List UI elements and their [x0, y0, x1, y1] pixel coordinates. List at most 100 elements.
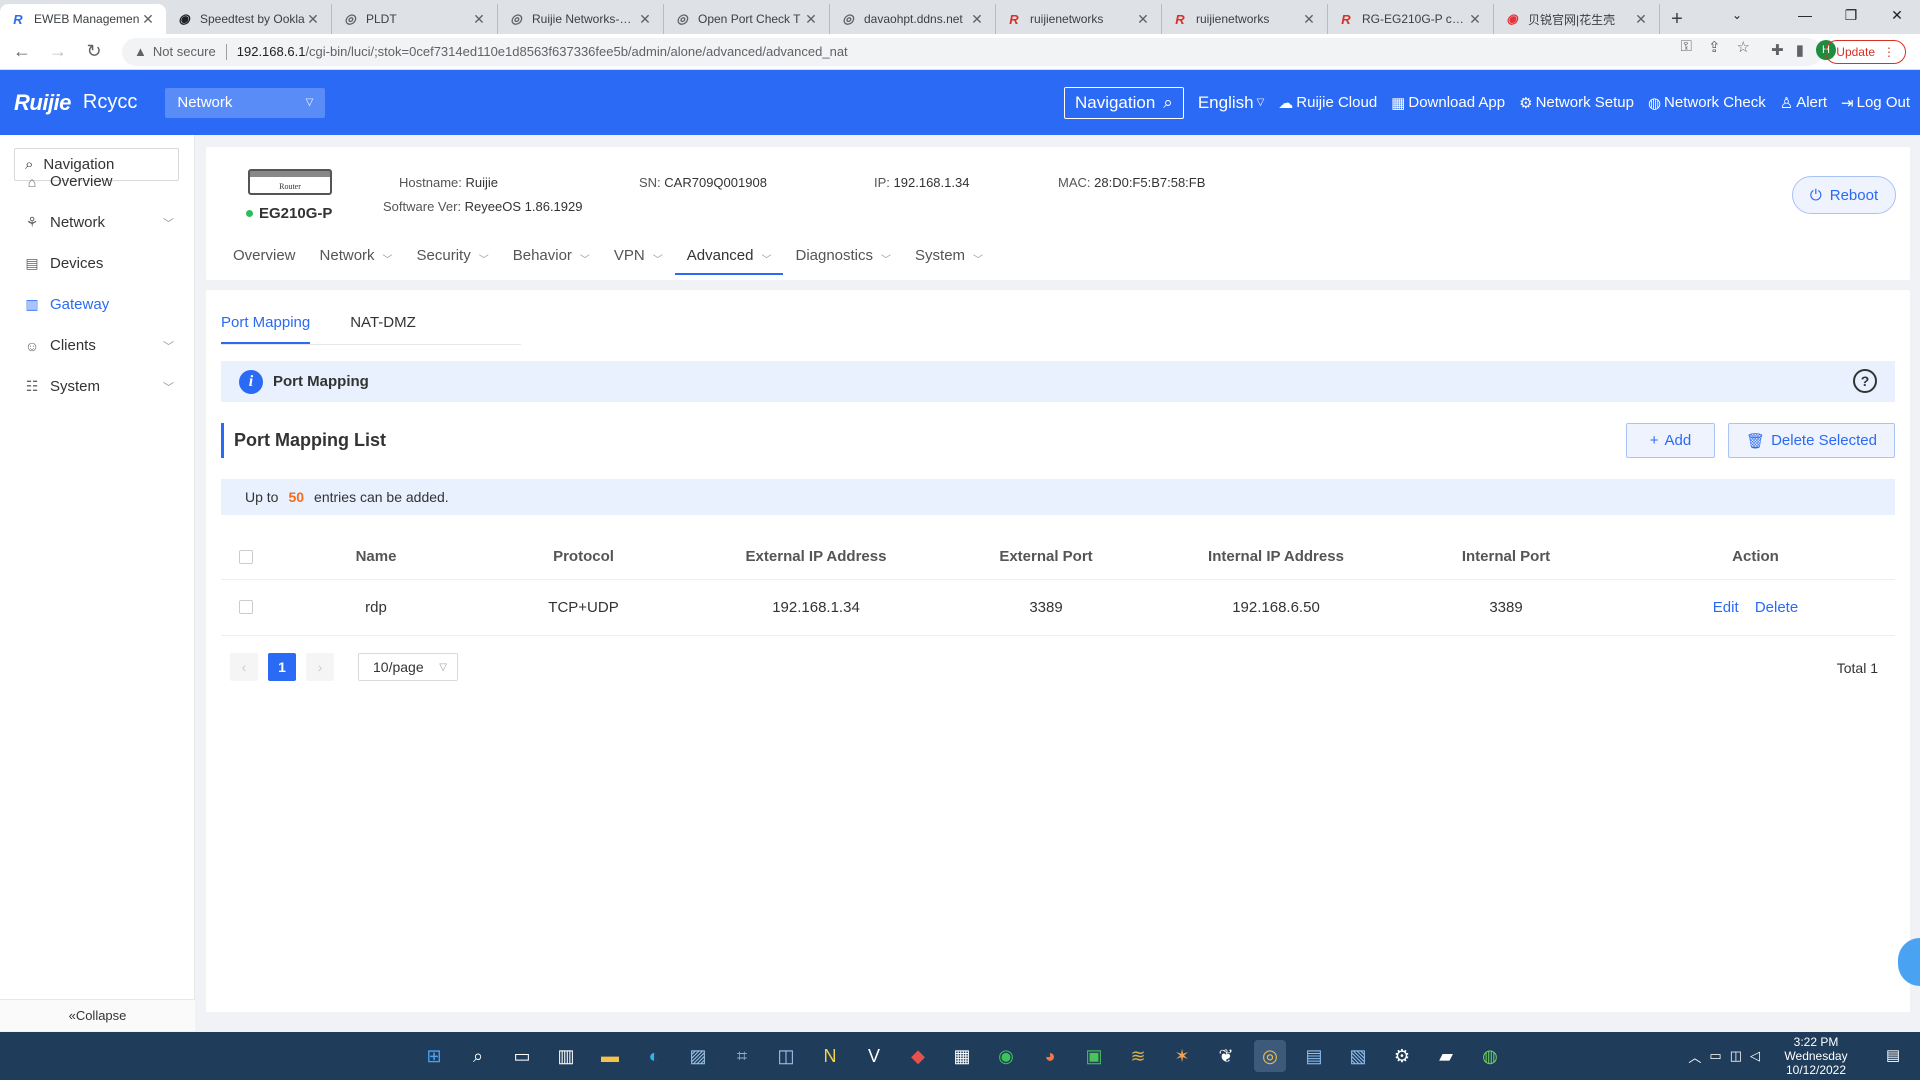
tab-overview[interactable]: Overview [233, 247, 296, 275]
browser-tab[interactable]: ◎ Ruijie Networks-EW ✕ [498, 4, 664, 34]
update-button[interactable]: Update ⋮ [1825, 40, 1906, 64]
notepad-icon[interactable]: ▤ [1298, 1040, 1330, 1072]
network-setup-link[interactable]: ⚙ Network Setup [1519, 94, 1634, 112]
bird-icon[interactable]: ❦ [1210, 1040, 1242, 1072]
close-tab-icon[interactable]: ✕ [1633, 11, 1649, 28]
network-select[interactable]: Network ▽ [165, 87, 326, 118]
back-icon[interactable]: ← [8, 38, 36, 66]
anydesk-icon[interactable]: ◆ [902, 1040, 934, 1072]
browser-tab[interactable]: ◉ Speedtest by Ookla ✕ [166, 4, 332, 34]
alert-link[interactable]: ♙ Alert [1780, 94, 1827, 112]
tab-security[interactable]: Security ﹀ [417, 247, 489, 275]
browser-tab[interactable]: ◎ Open Port Check T ✕ [664, 4, 830, 34]
terminal-icon[interactable]: ▰ [1430, 1040, 1462, 1072]
close-tab-icon[interactable]: ✕ [1135, 11, 1151, 28]
network-tool-icon[interactable]: ⌗ [726, 1040, 758, 1072]
share-icon[interactable]: ⇪ [1708, 38, 1721, 56]
tab-search-icon[interactable]: ⌄ [1714, 0, 1760, 30]
language-select[interactable]: English ▽ [1198, 93, 1264, 113]
tab-vpn[interactable]: VPN ﹀ [614, 247, 663, 275]
start-icon[interactable]: ⊞ [418, 1040, 450, 1072]
collapse-button[interactable]: « Collapse [0, 999, 195, 1031]
close-tab-icon[interactable]: ✕ [637, 11, 653, 28]
delete-selected-button[interactable]: 🗑 Delete Selected [1728, 423, 1895, 458]
next-page-button[interactable]: › [306, 653, 334, 681]
sidebar-item-overview[interactable]: ⌂ Overview [24, 173, 174, 190]
globe-icon[interactable]: ◍ [1474, 1040, 1506, 1072]
page-size-select[interactable]: 10/page ▽ [358, 653, 458, 681]
reboot-button[interactable]: ⏻ Reboot [1792, 176, 1896, 214]
browser-tab[interactable]: Rruijienetworks ✕ [996, 4, 1162, 34]
browser-tab[interactable]: ◉ 贝锐官网|花生壳 ✕ [1494, 4, 1660, 34]
page-number-button[interactable]: 1 [268, 653, 296, 681]
remote-desktop-icon[interactable]: ◫ [770, 1040, 802, 1072]
delete-link[interactable]: Delete [1755, 599, 1798, 616]
close-tab-icon[interactable]: ✕ [969, 11, 985, 28]
calculator-icon[interactable]: ▦ [946, 1040, 978, 1072]
reload-icon[interactable]: ↻ [80, 38, 108, 66]
battery-icon[interactable]: ▭ [1709, 1048, 1721, 1064]
sidebar-item-gateway[interactable]: ▥ Gateway [24, 296, 174, 313]
sidebar-item-clients[interactable]: ☺ Clients ﹀ [24, 337, 174, 354]
clock[interactable]: 3:22 PM Wednesday 10/12/2022 [1776, 1035, 1856, 1077]
edge-icon[interactable]: ◐ [638, 1040, 670, 1072]
restore-icon[interactable]: ❐ [1828, 0, 1874, 30]
select-all-checkbox[interactable] [239, 549, 253, 564]
add-button[interactable]: + Add [1626, 423, 1715, 458]
file-explorer-icon[interactable]: ▬ [594, 1040, 626, 1072]
tab-nat-dmz[interactable]: NAT-DMZ [350, 314, 416, 344]
sidebar-item-network[interactable]: ⚘ Network ﹀ [24, 214, 174, 231]
navigation-button[interactable]: Navigation ⌕ [1063, 86, 1184, 119]
close-tab-icon[interactable]: ✕ [471, 11, 487, 28]
sidebar-item-devices[interactable]: ▤ Devices [24, 255, 174, 272]
extensions-puzzle-icon[interactable]: ✚ [1771, 41, 1784, 59]
chevron-up-icon[interactable]: ︿ [1688, 1047, 1701, 1066]
tab-network[interactable]: Network ﹀ [320, 247, 393, 275]
chrome-icon[interactable]: ◎ [1254, 1040, 1286, 1072]
sidepanel-icon[interactable]: ▮ [1796, 41, 1804, 59]
download-app-link[interactable]: ▦ Download App [1391, 94, 1505, 112]
monitor-icon[interactable]: ▣ [1078, 1040, 1110, 1072]
forward-icon[interactable]: → [44, 38, 72, 66]
tab-port-mapping[interactable]: Port Mapping [221, 314, 311, 344]
tab-system[interactable]: System ﹀ [915, 247, 983, 275]
firefox-icon[interactable]: ◕ [1034, 1040, 1066, 1072]
close-tab-icon[interactable]: ✕ [140, 11, 156, 28]
close-window-icon[interactable]: ✕ [1874, 0, 1920, 30]
tab-diagnostics[interactable]: Diagnostics ﹀ [795, 247, 891, 275]
winamp-icon[interactable]: ≋ [1122, 1040, 1154, 1072]
address-bar[interactable]: ▲ Not secure 192.168.6.1/cgi-bin/luci/;s… [122, 37, 1822, 66]
help-icon[interactable]: ? [1853, 369, 1877, 393]
browser-tab[interactable]: R RG-EG210G-P cant ✕ [1328, 4, 1494, 34]
close-tab-icon[interactable]: ✕ [305, 11, 321, 28]
prev-page-button[interactable]: ‹ [230, 653, 258, 681]
desktop-icon[interactable]: ▭ [506, 1040, 538, 1072]
browser-tab[interactable]: Rruijienetworks ✕ [1162, 4, 1328, 34]
tab-advanced[interactable]: Advanced ﹀ [674, 247, 784, 275]
wechat-icon[interactable]: ◉ [990, 1040, 1022, 1072]
control-panel-icon[interactable]: ▧ [1342, 1040, 1374, 1072]
wifi-icon[interactable]: ◫ [1730, 1048, 1742, 1064]
close-tab-icon[interactable]: ✕ [803, 11, 819, 28]
close-tab-icon[interactable]: ✕ [1301, 11, 1317, 28]
edit-link[interactable]: Edit [1713, 599, 1739, 616]
settings-icon[interactable]: ⚙ [1386, 1040, 1418, 1072]
sidebar-item-system[interactable]: ☷ System ﹀ [24, 378, 174, 395]
tool-icon[interactable]: ✶ [1166, 1040, 1198, 1072]
volume-icon[interactable]: ◁ [1750, 1048, 1760, 1064]
row-checkbox[interactable] [239, 600, 253, 614]
search-icon[interactable]: ⌕ [462, 1040, 494, 1072]
notification-icon[interactable]: ▤ [1886, 1046, 1906, 1066]
vnc-icon[interactable]: V [858, 1040, 890, 1072]
close-tab-icon[interactable]: ✕ [1467, 11, 1483, 28]
browser-tab[interactable]: R EWEB Managemen ✕ [0, 4, 166, 34]
browser-tab[interactable]: ◎ PLDT ✕ [332, 4, 498, 34]
new-tab-button[interactable]: + [1660, 4, 1694, 34]
key-icon[interactable]: ⚿ [1681, 38, 1692, 56]
logout-link[interactable]: ⇥ Log Out [1841, 94, 1910, 112]
minimize-icon[interactable]: — [1782, 0, 1828, 30]
bookmark-star-icon[interactable]: ☆ [1737, 38, 1750, 56]
widgets-icon[interactable]: ▥ [550, 1040, 582, 1072]
ruijie-cloud-link[interactable]: ☁ Ruijie Cloud [1278, 94, 1377, 112]
browser-tab[interactable]: ◎ davaohpt.ddns.net ✕ [830, 4, 996, 34]
